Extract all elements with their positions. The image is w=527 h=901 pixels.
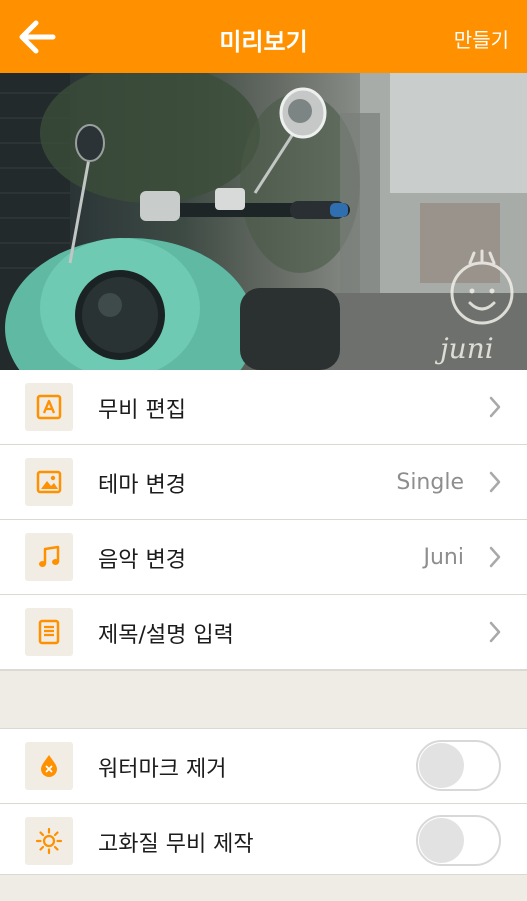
image-icon [36, 470, 62, 494]
chevron-right-icon [489, 621, 501, 643]
bottom-spacer [0, 874, 527, 901]
arrow-left-icon [19, 20, 56, 54]
sun-icon [35, 827, 63, 855]
chevron-right-icon [489, 546, 501, 568]
svg-text:juni: juni [434, 332, 494, 365]
watermark-drop-icon [41, 755, 57, 777]
menu-item-label: 테마 변경 [98, 473, 186, 498]
document-icon [38, 619, 60, 645]
menu-item-label: 음악 변경 [98, 548, 186, 573]
menu-item-label: 제목/설명 입력 [98, 623, 234, 648]
music-note-icon [39, 545, 60, 567]
option-label: 고화질 무비 제작 [98, 832, 254, 857]
menu-item-label: 무비 편집 [98, 398, 186, 423]
scooter-photo: juni [0, 73, 527, 370]
option-high-quality-movie: 고화질 무비 제작 [0, 804, 527, 878]
menu-item-value: Single [396, 470, 464, 495]
menu-item-title-description[interactable]: 제목/설명 입력 [0, 595, 527, 670]
chevron-right-icon [489, 396, 501, 418]
menu-icon-box [25, 383, 73, 431]
make-button[interactable]: 만들기 [454, 24, 509, 53]
menu-item-value: Juni [423, 545, 465, 570]
top-bar: 미리보기 만들기 [0, 0, 527, 73]
menu-icon-box [25, 533, 73, 581]
remove-watermark-toggle[interactable] [416, 740, 501, 791]
menu-item-movie-edit[interactable]: 무비 편집 [0, 370, 527, 445]
menu-icon-box [25, 608, 73, 656]
menu-icon-box [25, 458, 73, 506]
high-quality-toggle[interactable] [416, 815, 501, 866]
option-icon-box [25, 742, 73, 790]
chevron-right-icon [489, 471, 501, 493]
menu-item-theme-change[interactable]: 테마 변경 Single [0, 445, 527, 520]
toggle-knob [419, 743, 464, 788]
option-icon-box [25, 817, 73, 865]
page-title: 미리보기 [219, 28, 308, 56]
settings-menu: 무비 편집 테마 변경 Single 음악 변경 Juni 제목/설명 입력 워… [0, 370, 527, 878]
option-remove-watermark: 워터마크 제거 [0, 729, 527, 804]
section-divider [0, 670, 527, 729]
menu-item-music-change[interactable]: 음악 변경 Juni [0, 520, 527, 595]
option-label: 워터마크 제거 [98, 757, 227, 782]
movie-preview-image[interactable]: juni [0, 73, 527, 370]
text-a-icon [36, 394, 62, 420]
back-button[interactable] [16, 17, 58, 57]
toggle-knob [419, 818, 464, 863]
